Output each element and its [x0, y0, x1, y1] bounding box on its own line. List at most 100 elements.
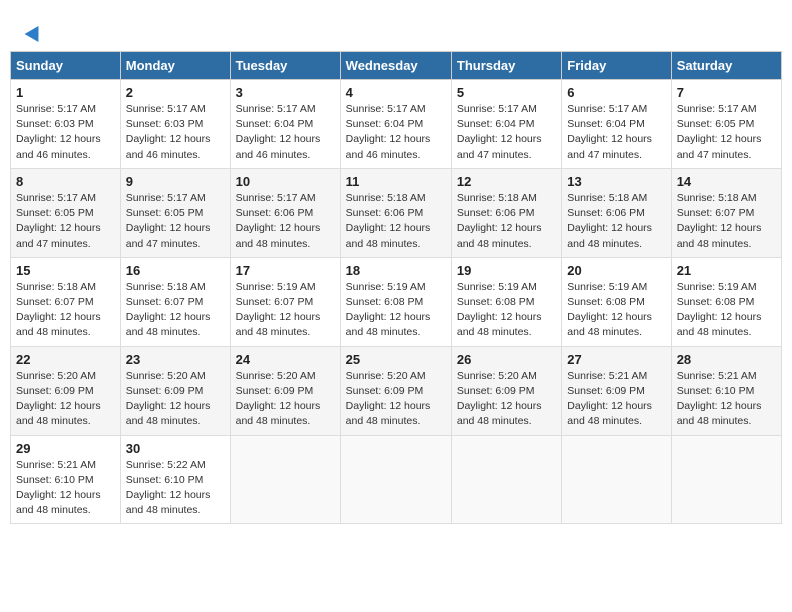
- calendar-cell: [230, 435, 340, 524]
- calendar-cell: 29 Sunrise: 5:21 AMSunset: 6:10 PMDayligh…: [11, 435, 121, 524]
- calendar-cell: 11 Sunrise: 5:18 AMSunset: 6:06 PMDayligh…: [340, 168, 451, 257]
- calendar-cell: 17Sunrise: 5:19 AMSunset: 6:07 PMDayligh…: [230, 257, 340, 346]
- calendar-body: 1 Sunrise: 5:17 AMSunset: 6:03 PMDaylight…: [11, 80, 782, 524]
- calendar-cell: 22Sunrise: 5:20 AMSunset: 6:09 PMDayligh…: [11, 346, 121, 435]
- day-number: 7: [677, 85, 776, 100]
- calendar-cell: 15 Sunrise: 5:18 AMSunset: 6:07 PMDayligh…: [11, 257, 121, 346]
- day-info: Sunrise: 5:21 AMSunset: 6:10 PMDaylight:…: [677, 369, 776, 430]
- day-number: 23: [126, 352, 225, 367]
- week-row-5: 29 Sunrise: 5:21 AMSunset: 6:10 PMDayligh…: [11, 435, 782, 524]
- day-number: 22: [16, 352, 115, 367]
- day-info: Sunrise: 5:18 AMSunset: 6:06 PMDaylight:…: [567, 191, 665, 252]
- day-number: 30: [126, 441, 225, 456]
- logo: [25, 20, 43, 41]
- day-number: 10: [236, 174, 335, 189]
- day-header-friday: Friday: [562, 52, 671, 80]
- day-number: 8: [16, 174, 115, 189]
- calendar-cell: 4Sunrise: 5:17 AMSunset: 6:04 PMDaylight…: [340, 80, 451, 169]
- day-info: Sunrise: 5:18 AMSunset: 6:06 PMDaylight:…: [457, 191, 556, 252]
- calendar-cell: 27 Sunrise: 5:21 AMSunset: 6:09 PMDayligh…: [562, 346, 671, 435]
- calendar-table: SundayMondayTuesdayWednesdayThursdayFrid…: [10, 51, 782, 524]
- day-info: Sunrise: 5:21 AMSunset: 6:09 PMDaylight:…: [567, 369, 665, 430]
- day-info: Sunrise: 5:19 AMSunset: 6:08 PMDaylight:…: [346, 280, 446, 341]
- day-info: Sunrise: 5:17 AMSunset: 6:05 PMDaylight:…: [16, 191, 115, 252]
- calendar-cell: 3 Sunrise: 5:17 AMSunset: 6:04 PMDaylight…: [230, 80, 340, 169]
- day-number: 13: [567, 174, 665, 189]
- calendar-cell: 28 Sunrise: 5:21 AMSunset: 6:10 PMDayligh…: [671, 346, 781, 435]
- day-info: Sunrise: 5:21 AMSunset: 6:10 PMDaylight:…: [16, 458, 115, 519]
- day-info: Sunrise: 5:18 AMSunset: 6:07 PMDaylight:…: [16, 280, 115, 341]
- calendar-cell: 21Sunrise: 5:19 AMSunset: 6:08 PMDayligh…: [671, 257, 781, 346]
- day-info: Sunrise: 5:17 AMSunset: 6:04 PMDaylight:…: [567, 102, 665, 163]
- calendar-cell: 9 Sunrise: 5:17 AMSunset: 6:05 PMDaylight…: [120, 168, 230, 257]
- week-row-3: 15 Sunrise: 5:18 AMSunset: 6:07 PMDayligh…: [11, 257, 782, 346]
- day-info: Sunrise: 5:18 AMSunset: 6:07 PMDaylight:…: [126, 280, 225, 341]
- calendar-cell: 12 Sunrise: 5:18 AMSunset: 6:06 PMDayligh…: [451, 168, 561, 257]
- day-number: 28: [677, 352, 776, 367]
- day-header-monday: Monday: [120, 52, 230, 80]
- day-info: Sunrise: 5:17 AMSunset: 6:04 PMDaylight:…: [236, 102, 335, 163]
- day-header-sunday: Sunday: [11, 52, 121, 80]
- week-row-1: 1 Sunrise: 5:17 AMSunset: 6:03 PMDaylight…: [11, 80, 782, 169]
- day-number: 27: [567, 352, 665, 367]
- day-info: Sunrise: 5:20 AMSunset: 6:09 PMDaylight:…: [236, 369, 335, 430]
- day-header-thursday: Thursday: [451, 52, 561, 80]
- day-info: Sunrise: 5:17 AMSunset: 6:05 PMDaylight:…: [126, 191, 225, 252]
- day-info: Sunrise: 5:17 AMSunset: 6:04 PMDaylight:…: [457, 102, 556, 163]
- calendar-cell: 7 Sunrise: 5:17 AMSunset: 6:05 PMDaylight…: [671, 80, 781, 169]
- calendar-cell: 1 Sunrise: 5:17 AMSunset: 6:03 PMDaylight…: [11, 80, 121, 169]
- calendar-cell: 10Sunrise: 5:17 AMSunset: 6:06 PMDayligh…: [230, 168, 340, 257]
- calendar-cell: [451, 435, 561, 524]
- day-info: Sunrise: 5:19 AMSunset: 6:08 PMDaylight:…: [457, 280, 556, 341]
- calendar-header: SundayMondayTuesdayWednesdayThursdayFrid…: [11, 52, 782, 80]
- calendar-cell: 8 Sunrise: 5:17 AMSunset: 6:05 PMDaylight…: [11, 168, 121, 257]
- day-info: Sunrise: 5:19 AMSunset: 6:08 PMDaylight:…: [567, 280, 665, 341]
- day-number: 15: [16, 263, 115, 278]
- page-header: [10, 10, 782, 46]
- calendar-cell: 24 Sunrise: 5:20 AMSunset: 6:09 PMDayligh…: [230, 346, 340, 435]
- day-number: 4: [346, 85, 446, 100]
- day-number: 5: [457, 85, 556, 100]
- day-headers-row: SundayMondayTuesdayWednesdayThursdayFrid…: [11, 52, 782, 80]
- calendar-cell: 30 Sunrise: 5:22 AMSunset: 6:10 PMDayligh…: [120, 435, 230, 524]
- calendar-cell: 5 Sunrise: 5:17 AMSunset: 6:04 PMDaylight…: [451, 80, 561, 169]
- logo-triangle-icon: [25, 22, 46, 42]
- calendar-cell: 13 Sunrise: 5:18 AMSunset: 6:06 PMDayligh…: [562, 168, 671, 257]
- day-header-wednesday: Wednesday: [340, 52, 451, 80]
- day-number: 16: [126, 263, 225, 278]
- day-number: 12: [457, 174, 556, 189]
- day-number: 11: [346, 174, 446, 189]
- calendar-cell: 2Sunrise: 5:17 AMSunset: 6:03 PMDaylight…: [120, 80, 230, 169]
- calendar-cell: [340, 435, 451, 524]
- day-number: 3: [236, 85, 335, 100]
- day-number: 19: [457, 263, 556, 278]
- logo-line1: [25, 20, 43, 41]
- day-number: 9: [126, 174, 225, 189]
- day-number: 14: [677, 174, 776, 189]
- day-info: Sunrise: 5:18 AMSunset: 6:06 PMDaylight:…: [346, 191, 446, 252]
- day-number: 24: [236, 352, 335, 367]
- day-number: 1: [16, 85, 115, 100]
- day-info: Sunrise: 5:20 AMSunset: 6:09 PMDaylight:…: [346, 369, 446, 430]
- day-number: 17: [236, 263, 335, 278]
- calendar-cell: 26Sunrise: 5:20 AMSunset: 6:09 PMDayligh…: [451, 346, 561, 435]
- calendar-cell: 25 Sunrise: 5:20 AMSunset: 6:09 PMDayligh…: [340, 346, 451, 435]
- day-info: Sunrise: 5:17 AMSunset: 6:03 PMDaylight:…: [126, 102, 225, 163]
- day-info: Sunrise: 5:17 AMSunset: 6:05 PMDaylight:…: [677, 102, 776, 163]
- day-info: Sunrise: 5:20 AMSunset: 6:09 PMDaylight:…: [126, 369, 225, 430]
- day-number: 6: [567, 85, 665, 100]
- day-header-tuesday: Tuesday: [230, 52, 340, 80]
- week-row-2: 8 Sunrise: 5:17 AMSunset: 6:05 PMDaylight…: [11, 168, 782, 257]
- calendar-cell: 18Sunrise: 5:19 AMSunset: 6:08 PMDayligh…: [340, 257, 451, 346]
- day-number: 29: [16, 441, 115, 456]
- calendar-cell: 23 Sunrise: 5:20 AMSunset: 6:09 PMDayligh…: [120, 346, 230, 435]
- day-info: Sunrise: 5:19 AMSunset: 6:08 PMDaylight:…: [677, 280, 776, 341]
- day-info: Sunrise: 5:17 AMSunset: 6:03 PMDaylight:…: [16, 102, 115, 163]
- day-number: 25: [346, 352, 446, 367]
- day-info: Sunrise: 5:22 AMSunset: 6:10 PMDaylight:…: [126, 458, 225, 519]
- calendar-cell: [671, 435, 781, 524]
- calendar-cell: [562, 435, 671, 524]
- day-number: 20: [567, 263, 665, 278]
- calendar-cell: 16 Sunrise: 5:18 AMSunset: 6:07 PMDayligh…: [120, 257, 230, 346]
- week-row-4: 22 Sunrise: 5:20 AMSunset: 6:09 PMDayligh…: [11, 346, 782, 435]
